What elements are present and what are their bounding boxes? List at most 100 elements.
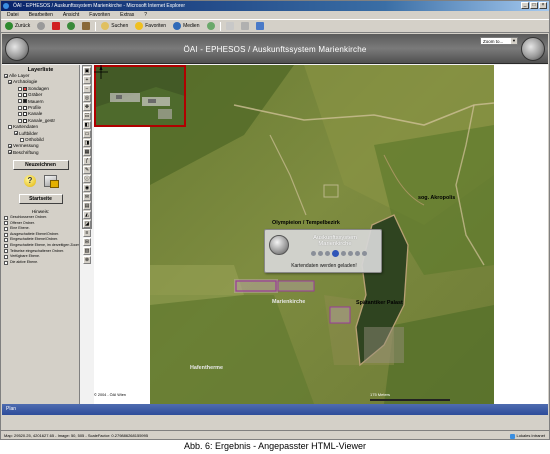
map-tool-button[interactable]: ▧	[83, 247, 91, 255]
menu-help[interactable]: ?	[144, 11, 147, 19]
progress-dot	[348, 251, 353, 256]
media-button[interactable]: Medien	[171, 20, 201, 33]
app-header: ÖAI - EPHESOS / Auskunftssystem Marienki…	[2, 34, 548, 64]
edit-icon	[255, 22, 264, 30]
map-tool-button[interactable]: ▤	[83, 202, 91, 210]
layer-checkbox[interactable]: ✔	[4, 73, 8, 78]
history-button[interactable]	[205, 22, 217, 30]
map-tool-button[interactable]: ◭	[83, 211, 91, 219]
status-text: Map: 29520.25, 4201627.65 - Image: 50, 5…	[4, 433, 149, 438]
loading-progress-dots	[311, 250, 367, 257]
stop-icon	[52, 22, 61, 30]
menu-bearbeiten[interactable]: Bearbeiten	[29, 11, 53, 19]
start-page-button[interactable]: Startseite	[18, 194, 63, 205]
copyright-note: © 2004 - ÖAI Wien	[94, 393, 126, 397]
redraw-button[interactable]: Neuzeichnen	[12, 160, 69, 171]
layer-checkbox[interactable]	[18, 86, 22, 91]
app-title: ÖAI - EPHESOS / Auskunftssystem Marienki…	[183, 45, 367, 54]
map-tool-button[interactable]: ▣	[83, 67, 91, 75]
edit-button[interactable]	[254, 22, 266, 30]
map-tool-button[interactable]: ✎	[83, 166, 91, 174]
maximize-button[interactable]: □	[530, 2, 538, 9]
layer-label: Kanale	[28, 111, 43, 117]
print-button[interactable]	[239, 22, 251, 30]
menu-datei[interactable]: Datei	[7, 11, 19, 19]
label-akropolis: sog. Akropolis	[418, 195, 456, 201]
home-icon	[82, 22, 91, 30]
map-tool-button[interactable]: +	[83, 76, 91, 84]
layer-checkbox[interactable]	[18, 118, 22, 123]
progress-dot	[341, 251, 346, 256]
layer-symbol-icon	[23, 105, 27, 110]
map-tool-button[interactable]: ✥	[83, 103, 91, 111]
layer-checkbox[interactable]: ✔	[8, 80, 12, 85]
layer-label: Sondagen	[28, 85, 49, 91]
layer-checkbox[interactable]	[20, 137, 24, 142]
history-icon	[206, 22, 215, 30]
toolbar-separator	[95, 21, 97, 31]
map-canvas[interactable]: sog. Akropolis Olympieion / Tempelbezirk…	[94, 65, 548, 404]
map-tool-button[interactable]: −	[83, 85, 91, 93]
layer-label: Gräber	[28, 92, 43, 98]
hint-symbol-icon	[4, 243, 8, 248]
forward-button[interactable]	[35, 22, 47, 30]
map-tool-button[interactable]: ⊗	[83, 256, 91, 264]
map-tool-button[interactable]: ⓘ	[83, 175, 91, 183]
layer-label: Kanale_gestr	[28, 117, 56, 123]
layer-symbol-icon	[23, 86, 27, 91]
favorites-button[interactable]: Favoriten	[133, 20, 168, 33]
map-tool-strip: ▣ + − ◎ ✥ ☷ ◧ ▭ ◨ ▦ ƒ ✎ ⓘ ◉ ✉ ▤ ◭ ◪ ≡ ⊞ ▧ ⊗	[82, 65, 92, 264]
bottom-bar: Plan	[2, 404, 548, 415]
layer-checkbox[interactable]	[18, 112, 22, 117]
back-button[interactable]: Zurück	[3, 20, 32, 33]
menu-extras[interactable]: Extras	[120, 11, 134, 19]
layer-checkbox[interactable]	[18, 99, 22, 104]
search-button[interactable]: Suchen	[99, 20, 130, 33]
hint-symbol-icon	[4, 227, 8, 232]
layer-checkbox[interactable]: ✔	[8, 150, 12, 155]
stop-button[interactable]	[50, 22, 62, 30]
home-button[interactable]	[80, 22, 92, 30]
zoom-to-select[interactable]: Zoom to... ▼	[480, 37, 518, 45]
loading-title: Auskunftssystem Marienkirche	[313, 235, 357, 248]
layer-checkbox[interactable]	[8, 124, 12, 129]
layer-checkbox[interactable]: ✔	[14, 131, 18, 136]
map-tool-button[interactable]: ⊞	[83, 238, 91, 246]
refresh-button[interactable]	[65, 22, 77, 30]
star-icon	[135, 22, 144, 30]
back-arrow-icon	[5, 22, 13, 30]
map-tool-button[interactable]: ◧	[83, 121, 91, 129]
map-tool-button[interactable]: ◪	[83, 220, 91, 228]
progress-dot	[311, 251, 316, 256]
layer-label: Kartendaten	[13, 124, 39, 130]
progress-dot	[362, 251, 367, 256]
menu-ansicht[interactable]: Ansicht	[63, 11, 79, 19]
hint-symbol-icon	[4, 260, 8, 265]
map-tool-button[interactable]: ▦	[83, 148, 91, 156]
loading-message: Kartendaten werden geladen!	[291, 263, 357, 269]
window-title: ÖAI - EPHESOS / Auskunftssystem Marienki…	[13, 3, 185, 9]
layer-checkbox[interactable]	[18, 92, 22, 97]
map-tool-button[interactable]: ☷	[83, 112, 91, 120]
menu-favoriten[interactable]: Favoriten	[89, 11, 110, 19]
help-icon[interactable]: ?	[24, 175, 36, 188]
close-button[interactable]: ×	[539, 2, 547, 9]
layer-checkbox[interactable]	[18, 105, 22, 110]
layer-symbol-icon	[23, 99, 27, 104]
map-tool-button[interactable]: ✉	[83, 193, 91, 201]
print-map-icon[interactable]	[44, 175, 59, 189]
layer-checkbox[interactable]: ✔	[8, 144, 12, 149]
map-tool-button[interactable]: ◉	[83, 184, 91, 192]
panel-icon-row: ?	[2, 175, 79, 189]
layer-label: Alle Layer	[9, 73, 30, 78]
minimize-button[interactable]: _	[521, 2, 529, 9]
menu-bar: Datei Bearbeiten Ansicht Favoriten Extra…	[1, 11, 549, 20]
layer-item[interactable]: ✔Beschriftung	[4, 150, 79, 156]
map-tool-button[interactable]: ◎	[83, 94, 91, 102]
map-tool-button[interactable]: ◨	[83, 139, 91, 147]
map-tool-button[interactable]: ≡	[83, 229, 91, 237]
mail-button[interactable]	[224, 22, 236, 30]
map-tool-button[interactable]: ▭	[83, 130, 91, 138]
map-tool-button[interactable]: ƒ	[83, 157, 91, 165]
layer-symbol-icon	[23, 118, 27, 123]
